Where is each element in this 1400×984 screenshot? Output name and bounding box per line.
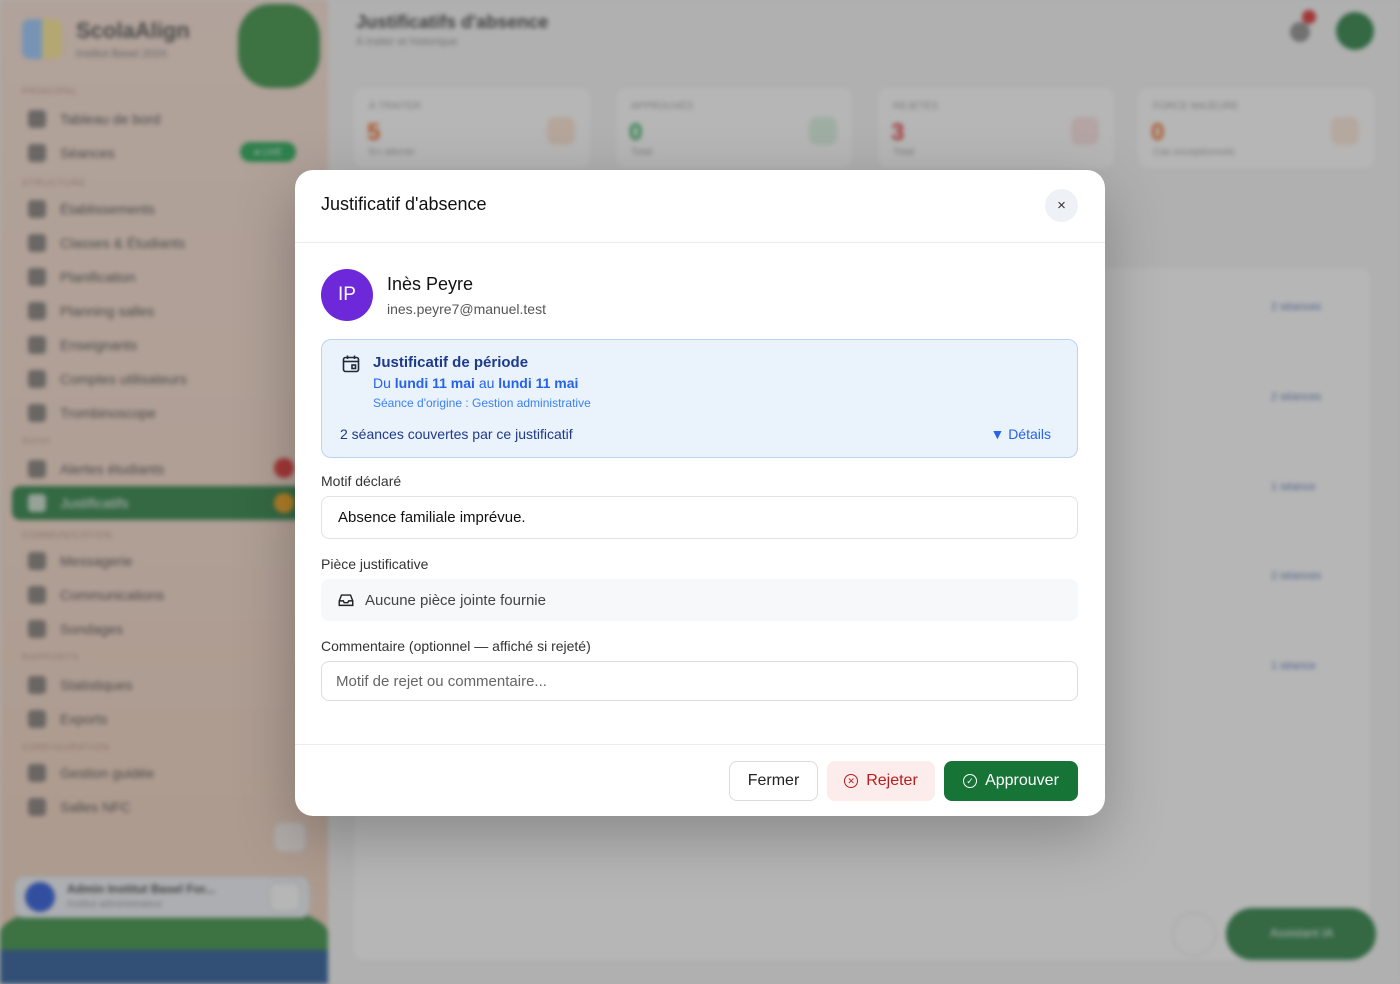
close-icon[interactable]: ×	[1045, 189, 1078, 222]
approve-button[interactable]: ✓ Approuver	[944, 761, 1078, 801]
reject-button-label: Rejeter	[866, 772, 918, 789]
calendar-icon	[342, 355, 360, 373]
attachment-value: Aucune pièce jointe fournie	[365, 591, 546, 609]
range-end: lundi 11 mai	[498, 375, 579, 391]
close-button[interactable]: Fermer	[729, 761, 818, 801]
check-circle-icon: ✓	[963, 774, 978, 788]
justificatif-modal: Justificatif d'absence × IP Inès Peyre i…	[295, 170, 1105, 816]
period-card: Justificatif de période Du lundi 11 mai …	[321, 339, 1078, 458]
modal-footer-divider	[295, 744, 1105, 745]
range-prefix: Du	[373, 375, 391, 391]
attachment-field: Aucune pièce jointe fournie	[321, 579, 1078, 621]
inbox-icon	[338, 594, 354, 607]
reason-label: Motif déclaré	[321, 473, 402, 489]
x-circle-icon: ✕	[844, 774, 859, 788]
student-name: Inès Peyre	[387, 273, 474, 294]
student-email: ines.peyre7@manuel.test	[387, 300, 546, 317]
period-range: Du lundi 11 mai au lundi 11 mai	[373, 375, 578, 391]
coverage-text: 2 séances couvertes par ce justificatif	[340, 426, 573, 442]
avatar: IP	[321, 269, 373, 321]
modal-title: Justificatif d'absence	[321, 194, 487, 214]
origin-session: Séance d'origine : Gestion administrativ…	[373, 396, 591, 410]
close-button-label: Fermer	[747, 772, 800, 789]
details-toggle[interactable]: ▼ Détails	[990, 426, 1051, 442]
period-title: Justificatif de période	[373, 354, 529, 371]
approve-button-label: Approuver	[985, 772, 1059, 789]
modal-header: Justificatif d'absence ×	[295, 170, 1105, 243]
range-mid: au	[478, 375, 495, 391]
reason-field: Absence familiale imprévue.	[321, 496, 1078, 539]
range-start: lundi 11 mai	[394, 375, 475, 391]
comment-label: Commentaire (optionnel — affiché si reje…	[321, 638, 591, 654]
reject-button[interactable]: ✕ Rejeter	[827, 761, 935, 801]
student-info: IP Inès Peyre ines.peyre7@manuel.test	[321, 269, 546, 321]
attachment-label: Pièce justificative	[321, 556, 429, 572]
comment-input[interactable]	[321, 661, 1078, 701]
